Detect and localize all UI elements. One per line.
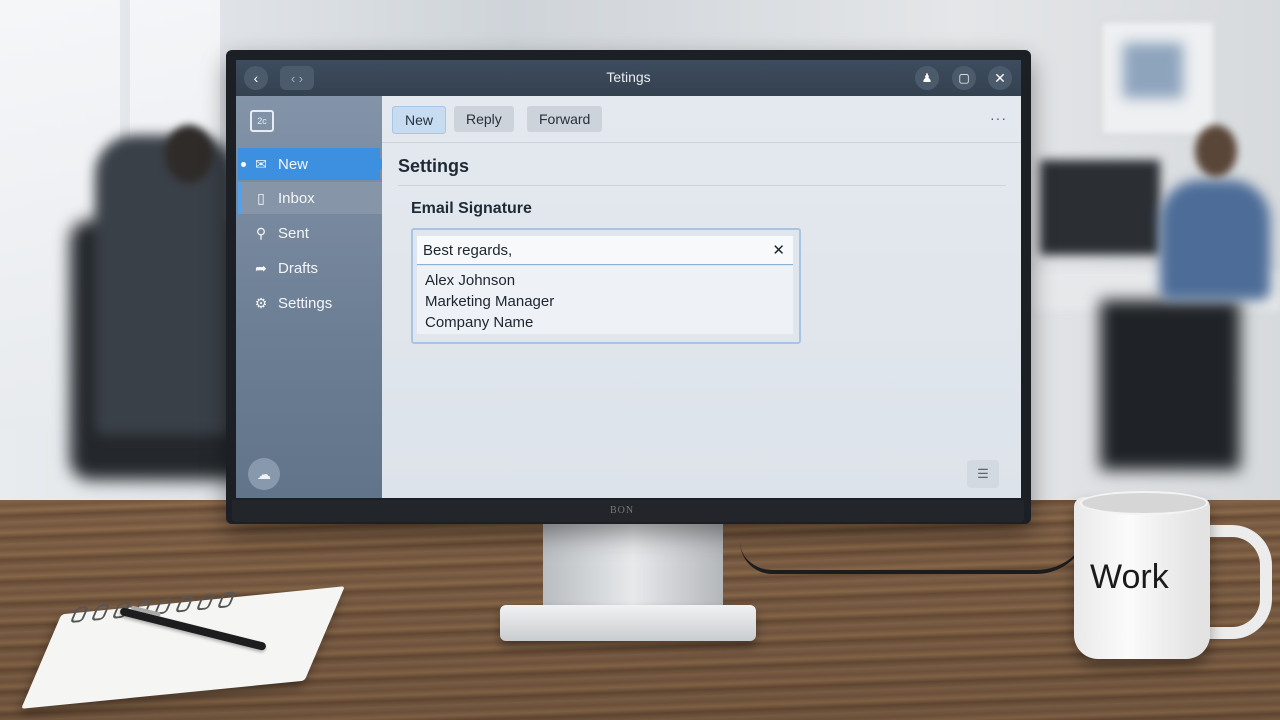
clear-icon[interactable]: ✕ (772, 241, 785, 259)
toolbar: New Reply Forward ··· (382, 96, 1021, 143)
mug-label: Work (1090, 558, 1169, 596)
cloud-button[interactable]: ☁ (248, 458, 280, 490)
sidebar-item-settings[interactable]: ⚙ Settings (238, 287, 380, 319)
sidebar-item-label: Sent (278, 224, 309, 242)
list-view-button[interactable]: ☰ (967, 460, 999, 488)
monitor-base (500, 605, 756, 641)
divider (398, 185, 1006, 186)
blurred-legs (1100, 300, 1240, 470)
app-logo-icon: 2c (250, 110, 274, 132)
sidebar-item-label: Drafts (278, 259, 319, 277)
search-icon: ⚲ (255, 224, 267, 241)
monitor-stand (543, 520, 723, 615)
mail-icon: ✉ (255, 155, 267, 172)
sidebar-item-sent[interactable]: ⚲ Sent (238, 217, 380, 249)
sidebar-item-label: Settings (278, 294, 333, 312)
sidebar-item-drafts[interactable]: ➦ Drafts (238, 252, 380, 284)
page-title: Settings (398, 156, 470, 176)
signature-line: Marketing Manager (425, 293, 555, 310)
monitor-brand: BON (610, 505, 635, 516)
account-button[interactable]: ♟ (915, 66, 939, 90)
wall-picture (1100, 20, 1216, 136)
signature-editor[interactable]: Best regards, ✕ Alex Johnson Marketing M… (411, 228, 801, 344)
section-title: Email Signature (411, 200, 532, 217)
forward-button[interactable]: Forward (527, 106, 603, 132)
blurred-monitor (1040, 160, 1160, 255)
reply-button[interactable]: Reply (454, 106, 514, 132)
gear-icon: ⚙ (254, 294, 268, 311)
list-icon: ☰ (977, 466, 989, 481)
close-button[interactable]: ✕ (988, 66, 1012, 90)
cloud-icon: ☁ (257, 465, 271, 482)
title-bar: ‹ ‹ › Tetings ♟ ▢ ✕ (236, 60, 1021, 96)
user-icon: ♟ (921, 71, 933, 85)
main-panel: New Reply Forward ··· Settings Email Sig… (382, 96, 1021, 498)
signature-line: Company Name (425, 314, 534, 331)
maximize-button[interactable]: ▢ (952, 66, 976, 90)
mug-handle (1200, 525, 1272, 639)
sidebar-item-new[interactable]: ✉ New (238, 148, 386, 180)
sidebar-item-inbox[interactable]: ▯ Inbox (238, 182, 383, 214)
blurred-person-right (1160, 180, 1270, 300)
maximize-icon: ▢ (958, 71, 970, 85)
signature-body[interactable]: Alex Johnson Marketing Manager Company N… (417, 266, 793, 334)
sidebar: 2c ✉ New ▯ Inbox ⚲ Sent ➦ Drafts ⚙ Setti… (236, 96, 386, 498)
sidebar-item-label: New (278, 155, 309, 173)
more-options-button[interactable]: ··· (990, 110, 1007, 126)
new-button[interactable]: New (392, 106, 447, 134)
blurred-person-head (1195, 125, 1237, 177)
signature-first-line[interactable]: Best regards, ✕ (417, 236, 793, 265)
active-dot (241, 161, 246, 167)
monitor-cable (740, 520, 1090, 574)
signature-first-line-text: Best regards, (423, 241, 513, 259)
blurred-person-left (95, 135, 235, 435)
share-arrow-icon: ➦ (255, 259, 267, 276)
window-title: Tetings (606, 69, 651, 85)
signature-line: Alex Johnson (425, 272, 516, 289)
app-window: ‹ ‹ › Tetings ♟ ▢ ✕ 2c ✉ New ▯ Inbox ⚲ S… (236, 60, 1021, 498)
inbox-icon: ▯ (257, 189, 265, 206)
blurred-person-head (165, 125, 213, 183)
sidebar-item-label: Inbox (278, 189, 315, 207)
close-icon: ✕ (994, 69, 1006, 86)
